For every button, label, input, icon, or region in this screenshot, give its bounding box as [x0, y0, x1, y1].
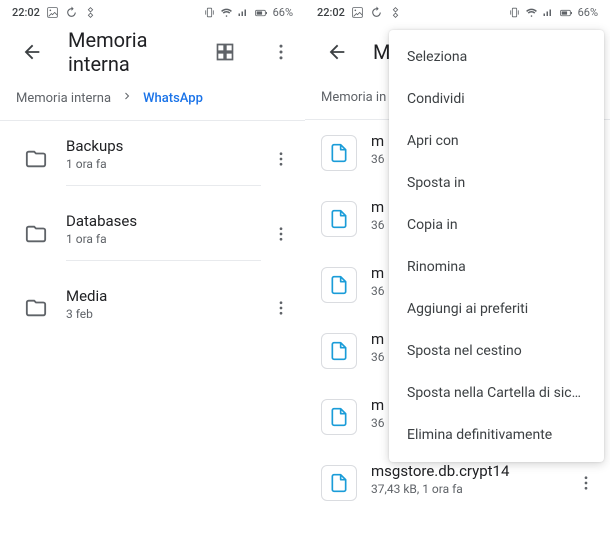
- signal-icon: [542, 6, 554, 18]
- list-item[interactable]: Media 3 feb: [0, 271, 305, 345]
- wifi-icon: [525, 6, 538, 19]
- item-name: Backups: [66, 137, 261, 155]
- item-meta: 3 feb: [66, 307, 261, 321]
- image-icon: [46, 6, 59, 19]
- battery-icon: [253, 6, 269, 19]
- file-icon: [321, 465, 357, 501]
- item-more-button[interactable]: [261, 139, 301, 179]
- sync-icon: [65, 6, 78, 19]
- menu-open-with[interactable]: Apri con: [389, 120, 604, 162]
- file-icon: [321, 399, 357, 435]
- app-bar: Memoria interna: [0, 24, 305, 80]
- item-name: msgstore.db.crypt14: [371, 462, 566, 480]
- menu-secure[interactable]: Sposta nella Cartella di sicurezza: [389, 372, 604, 414]
- back-button[interactable]: [12, 32, 52, 72]
- item-more-button[interactable]: [566, 463, 606, 503]
- menu-trash[interactable]: Sposta nel cestino: [389, 330, 604, 372]
- item-name: Databases: [66, 212, 261, 230]
- nearby-icon: [389, 6, 402, 19]
- file-icon: [321, 201, 357, 237]
- menu-share[interactable]: Condividi: [389, 78, 604, 120]
- status-battery: 66%: [578, 6, 598, 19]
- signal-icon: [237, 6, 249, 18]
- chevron-right-icon: [121, 90, 133, 106]
- menu-delete[interactable]: Elimina definitivamente: [389, 414, 604, 456]
- folder-icon: [16, 139, 56, 179]
- wifi-icon: [220, 6, 233, 19]
- status-time: 22:02: [317, 6, 345, 19]
- context-menu: Seleziona Condividi Apri con Sposta in C…: [389, 30, 604, 462]
- status-battery: 66%: [273, 6, 293, 19]
- item-more-button[interactable]: [261, 214, 301, 254]
- menu-select[interactable]: Seleziona: [389, 36, 604, 78]
- file-icon: [321, 135, 357, 171]
- overflow-menu-button[interactable]: [261, 32, 301, 72]
- view-grid-button[interactable]: [205, 32, 245, 72]
- item-meta: 37,43 kB, 1 ora fa: [371, 482, 566, 496]
- file-icon: [321, 333, 357, 369]
- status-bar: 22:02 66%: [305, 0, 610, 24]
- breadcrumb-root[interactable]: Memoria interna: [16, 91, 111, 106]
- folder-icon: [16, 214, 56, 254]
- folder-icon: [16, 288, 56, 328]
- screen-right: 22:02 66% Me Memoria in m36 m36: [305, 0, 610, 542]
- vibrate-icon: [508, 6, 521, 19]
- file-list: Backups 1 ora fa Databases 1 ora fa Medi…: [0, 121, 305, 345]
- status-time: 22:02: [12, 6, 40, 19]
- status-bar: 22:02 66%: [0, 0, 305, 24]
- breadcrumb-current[interactable]: WhatsApp: [143, 91, 203, 106]
- item-meta: 1 ora fa: [66, 232, 261, 246]
- list-item[interactable]: Backups 1 ora fa: [0, 121, 305, 196]
- menu-copy-to[interactable]: Copia in: [389, 204, 604, 246]
- battery-icon: [558, 6, 574, 19]
- menu-favorite[interactable]: Aggiungi ai preferiti: [389, 288, 604, 330]
- list-item[interactable]: Databases 1 ora fa: [0, 196, 305, 271]
- sync-icon: [370, 6, 383, 19]
- nearby-icon: [84, 6, 97, 19]
- item-more-button[interactable]: [261, 288, 301, 328]
- breadcrumb: Memoria interna WhatsApp: [0, 80, 305, 121]
- page-title: Memoria interna: [68, 28, 189, 76]
- image-icon: [351, 6, 364, 19]
- vibrate-icon: [203, 6, 216, 19]
- menu-move-to[interactable]: Sposta in: [389, 162, 604, 204]
- breadcrumb-root[interactable]: Memoria in: [321, 90, 386, 105]
- file-icon: [321, 267, 357, 303]
- back-button[interactable]: [317, 32, 357, 72]
- screen-left: 22:02 66% Memoria interna Memoria intern…: [0, 0, 305, 542]
- item-name: Media: [66, 287, 261, 305]
- item-meta: 1 ora fa: [66, 157, 261, 171]
- menu-rename[interactable]: Rinomina: [389, 246, 604, 288]
